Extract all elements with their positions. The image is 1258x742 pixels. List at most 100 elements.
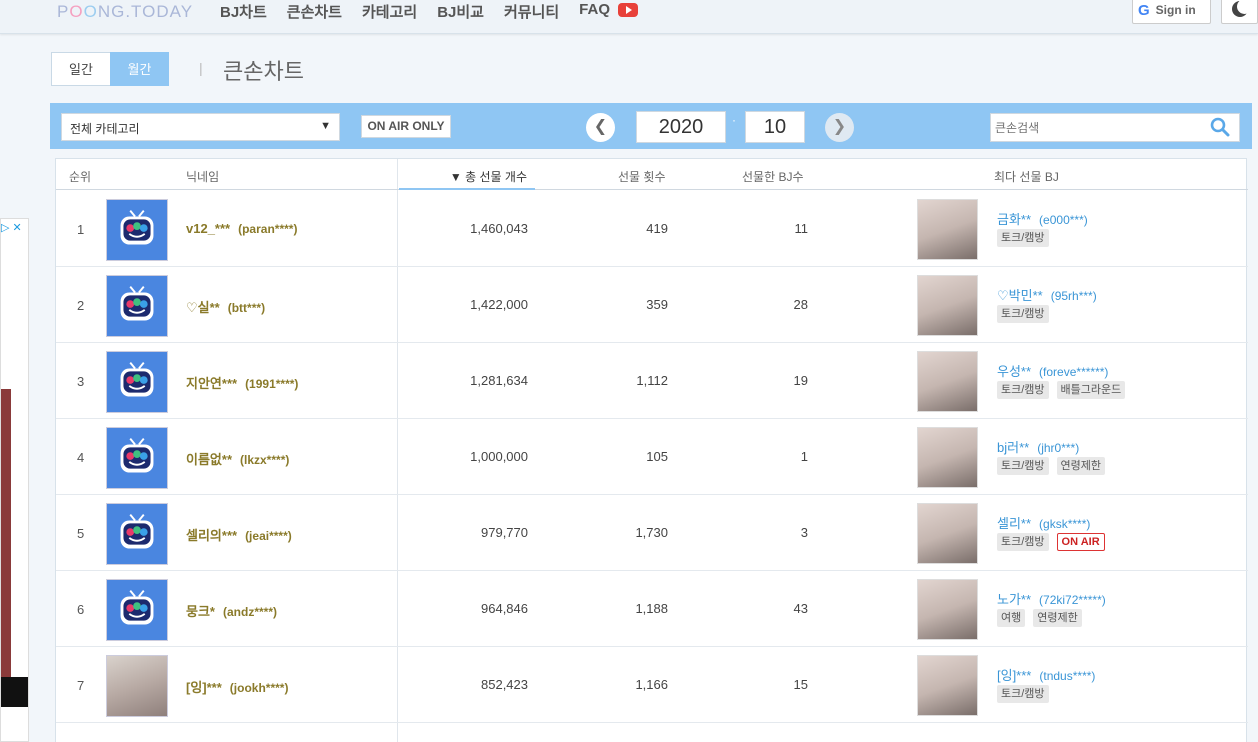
user-id: (andz****) <box>222 605 277 619</box>
side-ad[interactable]: ▷ ✕ <box>0 218 29 742</box>
nav-bj-chart[interactable]: BJ차트 <box>220 1 267 22</box>
category-tag[interactable]: 토크/캠방 <box>997 533 1049 551</box>
table-row[interactable]: 3 지안연*** (1991****) 1,281,634 1,112 19 우성** (fo… <box>56 343 1248 419</box>
gift-count: 419 <box>646 221 668 236</box>
bj-name-text: ♡박민** <box>997 288 1043 303</box>
avatar[interactable] <box>106 427 168 489</box>
header-nickname: 닉네임 <box>186 170 220 184</box>
avatar[interactable] <box>106 655 168 717</box>
category-tag[interactable]: 연령제한 <box>1056 457 1106 475</box>
rank-number: 4 <box>77 450 85 465</box>
youtube-icon[interactable] <box>618 3 639 17</box>
category-tag[interactable]: 토크/캠방 <box>997 457 1049 475</box>
user-nickname[interactable]: v12_*** (paran****) <box>186 221 297 236</box>
google-icon: G <box>1138 1 1150 19</box>
next-month-button[interactable]: ❯ <box>825 113 854 142</box>
daily-tab[interactable]: 일간 <box>51 52 110 86</box>
top-bj-name[interactable]: ♡박민** (95rh***) <box>997 285 1097 304</box>
header-total-gifts[interactable]: ▼ 총 선물 개수 <box>399 159 535 190</box>
user-nickname[interactable]: ♡실** (btt***) <box>186 297 265 316</box>
user-id: (jookh****) <box>229 681 289 695</box>
bj-count: 15 <box>793 677 808 692</box>
top-bj-name[interactable]: 우성** (foreve******) <box>997 361 1108 380</box>
rank-number: 2 <box>77 298 85 313</box>
table-row[interactable]: 4 이름없** (lkzx****) 1,000,000 105 1 bj러** (jhr0*… <box>56 419 1248 495</box>
total-gifts: 1,281,634 <box>470 373 528 388</box>
top-bj-avatar[interactable] <box>917 503 978 564</box>
top-bj-avatar[interactable] <box>917 427 978 488</box>
top-bj-avatar[interactable] <box>917 655 978 716</box>
table-row[interactable]: 2 ♡실** (btt***) 1,422,000 359 28 ♡박민** (95rh***… <box>56 267 1248 343</box>
dark-mode-toggle[interactable] <box>1221 0 1258 24</box>
category-tag[interactable]: 토크/캠방 <box>997 305 1049 323</box>
avatar[interactable] <box>106 351 168 413</box>
nickname-text: 이름없** <box>186 452 232 467</box>
avatar[interactable] <box>106 503 168 565</box>
table-row[interactable]: 6 뭉크* (andz****) 964,846 1,188 43 노가** (72ki72*… <box>56 571 1248 647</box>
top-bj-name[interactable]: 셀리** (gksk****) <box>997 513 1090 532</box>
onair-only-button[interactable]: ON AIR ONLY <box>361 115 451 138</box>
rank-number: 5 <box>77 526 85 541</box>
category-tag[interactable]: 배틀그라운드 <box>1056 381 1126 399</box>
table-row[interactable]: 1 v12_*** (paran****) 1,460,043 419 11 금화** (e0… <box>56 191 1248 267</box>
year-field[interactable]: 2020 <box>636 111 726 143</box>
bj-name-text: [잉]*** <box>997 668 1032 683</box>
top-bj-name[interactable]: 노가** (72ki72*****) <box>997 589 1106 608</box>
nav-bj-compare[interactable]: BJ비교 <box>437 1 484 22</box>
bj-id: (foreve******) <box>1039 365 1109 379</box>
category-tag[interactable]: 토크/캠방 <box>997 381 1049 399</box>
gift-count: 1,188 <box>635 601 668 616</box>
nav-community[interactable]: 커뮤니티 <box>504 1 559 22</box>
bj-id: (95rh***) <box>1050 289 1097 303</box>
ad-choices-icon[interactable]: ▷ ✕ <box>1 221 22 234</box>
rank-number: 3 <box>77 374 85 389</box>
search-input[interactable] <box>990 113 1240 142</box>
nickname-text: ♡실** <box>186 300 220 315</box>
avatar[interactable] <box>106 199 168 261</box>
user-id: (paran****) <box>238 222 298 236</box>
header-gift-count[interactable]: 선물 횟수 <box>618 168 666 185</box>
bj-name-text: 금화** <box>997 212 1032 227</box>
page-title: 큰손차트 <box>223 59 304 84</box>
nav-faq[interactable]: FAQ <box>579 1 610 22</box>
category-select[interactable]: 전체 카테고리 ▼ <box>61 113 340 141</box>
user-nickname[interactable]: [잉]*** (jookh****) <box>186 677 288 696</box>
table-row[interactable]: 5 셀리의*** (jeai****) 979,770 1,730 3 셀리** (gksk*… <box>56 495 1248 571</box>
nav-category[interactable]: 카테고리 <box>362 1 417 22</box>
category-tag[interactable]: 연령제한 <box>1033 609 1082 627</box>
category-tag[interactable]: 토크/캠방 <box>997 685 1049 703</box>
date-separator: · <box>732 113 736 127</box>
category-tag[interactable]: 여행 <box>997 609 1026 627</box>
google-signin-button[interactable]: G Sign in <box>1132 0 1211 24</box>
prev-month-button[interactable]: ❮ <box>586 113 615 142</box>
top-bj-avatar[interactable] <box>917 275 978 336</box>
header-bj-count[interactable]: 선물한 BJ수 <box>742 168 804 185</box>
category-tag[interactable]: 토크/캠방 <box>997 229 1049 247</box>
table-row[interactable]: 7 [잉]*** (jookh****) 852,423 1,166 15 [잉]*** (t… <box>56 647 1248 723</box>
month-field[interactable]: 10 <box>745 111 805 143</box>
total-gifts: 1,460,043 <box>470 221 528 236</box>
top-bj-name[interactable]: [잉]*** (tndus****) <box>997 665 1095 684</box>
user-nickname[interactable]: 뭉크* (andz****) <box>186 601 277 620</box>
main-nav: BJ차트 큰손차트 카테고리 BJ비교 커뮤니티 FAQ <box>220 1 639 22</box>
gift-count: 359 <box>646 297 668 312</box>
top-bj-avatar[interactable] <box>917 351 978 412</box>
logo-text: P <box>57 2 70 21</box>
total-gifts: 979,770 <box>481 525 528 540</box>
avatar[interactable] <box>106 579 168 641</box>
user-nickname[interactable]: 지안연*** (1991****) <box>186 373 298 392</box>
user-nickname[interactable]: 이름없** (lkzx****) <box>186 449 289 468</box>
top-bj-name[interactable]: bj러** (jhr0***) <box>997 437 1079 456</box>
top-bj-avatar[interactable] <box>917 579 978 640</box>
bj-count: 28 <box>793 297 808 312</box>
top-bj-avatar[interactable] <box>917 199 978 260</box>
nav-big-spender-chart[interactable]: 큰손차트 <box>287 1 342 22</box>
monthly-tab[interactable]: 월간 <box>110 52 169 86</box>
site-logo[interactable]: POONG.TODAY <box>57 2 193 22</box>
bj-id: (jhr0***) <box>1037 441 1080 455</box>
rank-number: 6 <box>77 602 85 617</box>
top-bj-name[interactable]: 금화** (e000***) <box>997 209 1088 228</box>
search-icon[interactable] <box>1210 117 1230 137</box>
user-nickname[interactable]: 셀리의*** (jeai****) <box>186 525 292 544</box>
avatar[interactable] <box>106 275 168 337</box>
